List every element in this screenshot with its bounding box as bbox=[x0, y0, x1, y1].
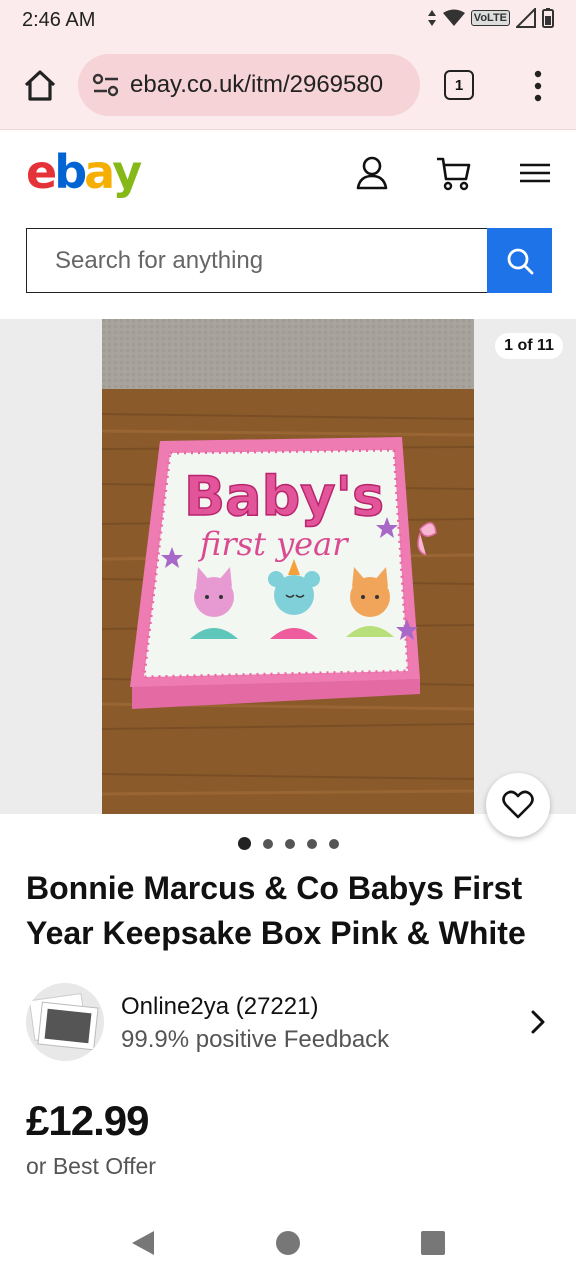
menu-button[interactable] bbox=[516, 153, 556, 193]
best-offer-text: or Best Offer bbox=[26, 1153, 156, 1179]
seller-avatar bbox=[26, 983, 104, 1061]
battery-icon bbox=[542, 8, 554, 28]
chevron-right-icon bbox=[531, 1010, 545, 1034]
home-circle-icon bbox=[276, 1231, 300, 1255]
seller-feedback: 99.9% positive Feedback bbox=[121, 1026, 390, 1053]
account-icon bbox=[356, 156, 388, 190]
pagination-dot[interactable] bbox=[285, 838, 295, 849]
seller-name: Online2ya (27221) bbox=[121, 993, 319, 1020]
status-icons: VoLTE bbox=[427, 8, 554, 28]
logo-letter-a: a bbox=[84, 145, 115, 199]
status-time: 2:46 AM bbox=[22, 9, 96, 31]
ebay-logo[interactable]: ebay bbox=[26, 145, 142, 199]
nav-recents-button[interactable] bbox=[418, 1228, 448, 1258]
browser-toolbar: ebay.co.uk/itm/2969580 1 bbox=[0, 40, 576, 130]
site-header: ebay bbox=[0, 131, 576, 219]
pagination-dot-active[interactable] bbox=[238, 837, 251, 850]
gallery-pagination-dots bbox=[238, 837, 339, 850]
recents-icon bbox=[421, 1231, 445, 1255]
data-arrows-icon bbox=[427, 10, 436, 26]
volte-badge: VoLTE bbox=[470, 10, 510, 26]
search-input[interactable] bbox=[26, 228, 488, 293]
image-counter-badge: 1 of 11 bbox=[495, 333, 563, 359]
photo-placeholder-icon bbox=[28, 993, 99, 1051]
logo-letter-y: y bbox=[112, 145, 142, 199]
heart-icon bbox=[502, 790, 534, 819]
url-bar[interactable]: ebay.co.uk/itm/2969580 bbox=[78, 54, 420, 116]
search-button[interactable] bbox=[487, 228, 552, 293]
system-nav-bar bbox=[0, 1210, 576, 1280]
more-vert-icon bbox=[534, 70, 542, 102]
pagination-dot[interactable] bbox=[329, 838, 339, 849]
nav-home-button[interactable] bbox=[273, 1228, 303, 1258]
signal-icon bbox=[516, 8, 536, 28]
image-gallery[interactable]: Baby's first year 1 of 11 bbox=[0, 319, 576, 814]
seller-details-chevron[interactable] bbox=[526, 1007, 550, 1037]
cart-icon bbox=[437, 157, 471, 191]
watchlist-button[interactable] bbox=[486, 773, 550, 837]
search-bar bbox=[26, 228, 552, 293]
pagination-dot[interactable] bbox=[307, 838, 317, 849]
product-photo[interactable]: Baby's first year bbox=[102, 319, 474, 814]
nav-back-button[interactable] bbox=[128, 1228, 158, 1258]
logo-letter-e: e bbox=[26, 145, 57, 199]
back-icon bbox=[132, 1231, 154, 1255]
seller-info-row[interactable]: Online2ya (27221) 99.9% positive Feedbac… bbox=[26, 983, 556, 1061]
browser-home-button[interactable] bbox=[20, 66, 60, 106]
menu-icon bbox=[520, 163, 550, 183]
home-icon bbox=[24, 70, 56, 101]
status-bar: 2:46 AM VoLTE bbox=[0, 0, 576, 40]
pagination-dot[interactable] bbox=[263, 838, 273, 849]
box-title-text: Baby's bbox=[184, 465, 384, 528]
tab-switcher-button[interactable]: 1 bbox=[444, 70, 474, 100]
box-subtitle-text: first year bbox=[198, 525, 349, 563]
listing-title: Bonnie Marcus & Co Babys First Year Keep… bbox=[26, 870, 526, 951]
price: £12.99 bbox=[26, 1097, 149, 1144]
site-settings-icon[interactable] bbox=[92, 73, 120, 97]
cart-button[interactable] bbox=[434, 153, 474, 193]
search-icon bbox=[507, 248, 533, 274]
product-image: Baby's first year bbox=[102, 319, 474, 814]
url-text: ebay.co.uk/itm/2969580 bbox=[130, 71, 384, 98]
logo-letter-b: b bbox=[54, 145, 87, 199]
wifi-icon bbox=[442, 9, 465, 26]
account-button[interactable] bbox=[352, 153, 392, 193]
browser-menu-button[interactable] bbox=[526, 66, 550, 106]
